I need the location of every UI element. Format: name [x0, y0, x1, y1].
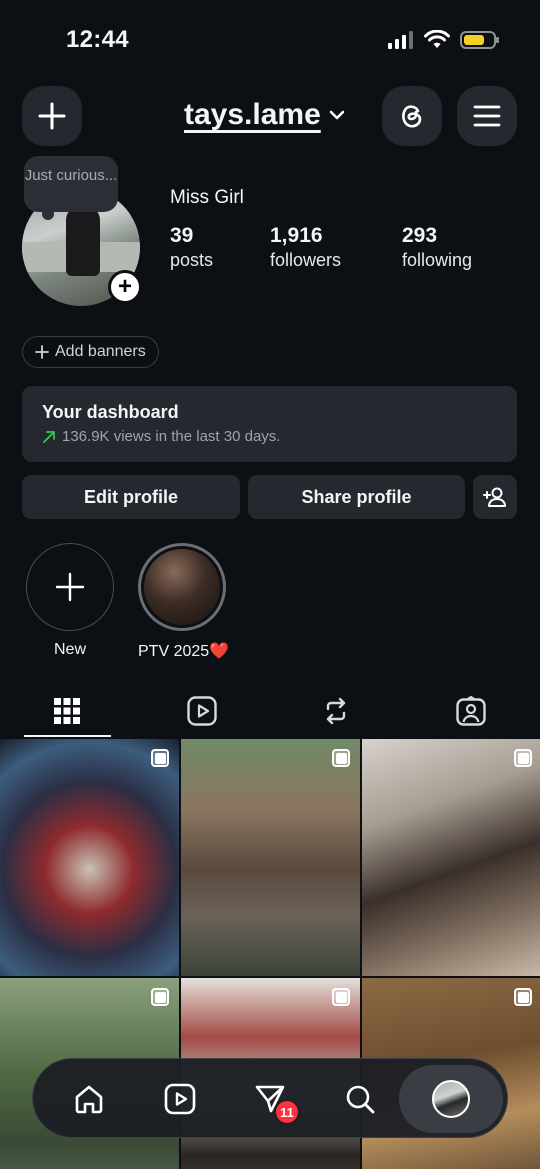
post-thumbnail[interactable] [0, 739, 179, 976]
stat-following[interactable]: 293 following [402, 224, 472, 271]
active-tab-indicator [24, 735, 111, 737]
threads-icon [402, 105, 422, 128]
create-button[interactable] [22, 86, 82, 146]
edit-profile-label: Edit profile [84, 486, 178, 507]
add-banners-button[interactable]: Add banners [22, 336, 159, 368]
nav-search[interactable] [330, 1069, 390, 1129]
nav-home[interactable] [59, 1069, 119, 1129]
tagged-person-icon [456, 696, 486, 726]
status-icons [388, 30, 499, 50]
chevron-down-icon [329, 110, 345, 120]
trend-up-icon [43, 430, 55, 443]
bottom-nav: 11 [32, 1058, 508, 1138]
tab-posts[interactable] [22, 684, 112, 738]
plus-icon [55, 572, 85, 602]
dashboard-title: Your dashboard [42, 402, 179, 422]
post-thumbnail[interactable] [362, 739, 540, 976]
stat-value: 39 [170, 224, 194, 247]
carousel-icon [514, 749, 532, 767]
carousel-icon [332, 749, 350, 767]
menu-button[interactable] [457, 86, 517, 146]
nav-reels[interactable] [150, 1069, 210, 1129]
highlight-ring [138, 543, 226, 631]
tab-reels[interactable] [157, 684, 247, 738]
nav-messages[interactable]: 11 [240, 1069, 300, 1129]
profile-note[interactable]: Just curious... [24, 156, 118, 220]
highlight-cover [144, 549, 220, 625]
discover-people-button[interactable] [473, 475, 517, 519]
username-switcher[interactable]: tays.lame [184, 98, 345, 132]
edit-profile-button[interactable]: Edit profile [22, 475, 240, 519]
home-icon [75, 1085, 103, 1114]
stat-label: following [402, 250, 473, 270]
share-profile-button[interactable]: Share profile [248, 475, 465, 519]
dashboard-card[interactable]: Your dashboard 136.9K views in the last … [22, 386, 517, 462]
reels-icon [187, 696, 217, 726]
repost-icon [326, 697, 346, 725]
plus-icon [35, 345, 49, 359]
add-person-icon [483, 487, 506, 507]
hamburger-menu-icon [473, 105, 501, 127]
nav-profile[interactable] [421, 1069, 481, 1129]
plus-icon [38, 102, 66, 130]
signal-icon [388, 31, 413, 49]
stat-posts[interactable]: 39 posts [170, 224, 213, 271]
share-profile-label: Share profile [301, 486, 412, 507]
carousel-icon [151, 988, 169, 1006]
profile-avatar-icon [432, 1080, 470, 1118]
username: tays.lame [184, 98, 321, 131]
highlight-new[interactable]: New [26, 543, 114, 659]
stat-followers[interactable]: 1,916 followers [270, 224, 341, 271]
reels-icon [164, 1083, 196, 1115]
tab-tagged[interactable] [426, 684, 516, 738]
notification-badge: 11 [274, 1099, 300, 1125]
carousel-icon [514, 988, 532, 1006]
search-icon [346, 1085, 375, 1114]
add-story-icon[interactable]: + [108, 270, 142, 304]
full-name: Miss Girl [170, 187, 244, 208]
battery-icon [460, 31, 499, 49]
status-bar: 12:44 [0, 0, 540, 80]
dashboard-subtitle: 136.9K views in the last 30 days. [62, 428, 281, 445]
status-time: 12:44 [66, 26, 129, 53]
profile-tabs [0, 684, 540, 738]
carousel-icon [332, 988, 350, 1006]
stat-value: 1,916 [270, 224, 323, 247]
highlight-label: New [53, 641, 86, 658]
highlight-label: PTV 2025❤️ [138, 643, 230, 660]
tab-reposts[interactable] [291, 684, 381, 738]
threads-button[interactable] [382, 86, 442, 146]
stat-label: followers [270, 250, 342, 270]
stat-value: 293 [402, 224, 438, 247]
dashboard-subtitle-row: 136.9K views in the last 30 days. [42, 428, 497, 445]
carousel-icon [151, 749, 169, 767]
wifi-icon [424, 30, 450, 48]
add-banners-label: Add banners [55, 343, 146, 360]
stat-label: posts [170, 250, 214, 270]
highlight-ptv-2025[interactable]: PTV 2025❤️ [138, 543, 230, 661]
highlight-ring [26, 543, 114, 631]
post-thumbnail[interactable] [181, 739, 360, 976]
grid-icon [54, 698, 80, 724]
